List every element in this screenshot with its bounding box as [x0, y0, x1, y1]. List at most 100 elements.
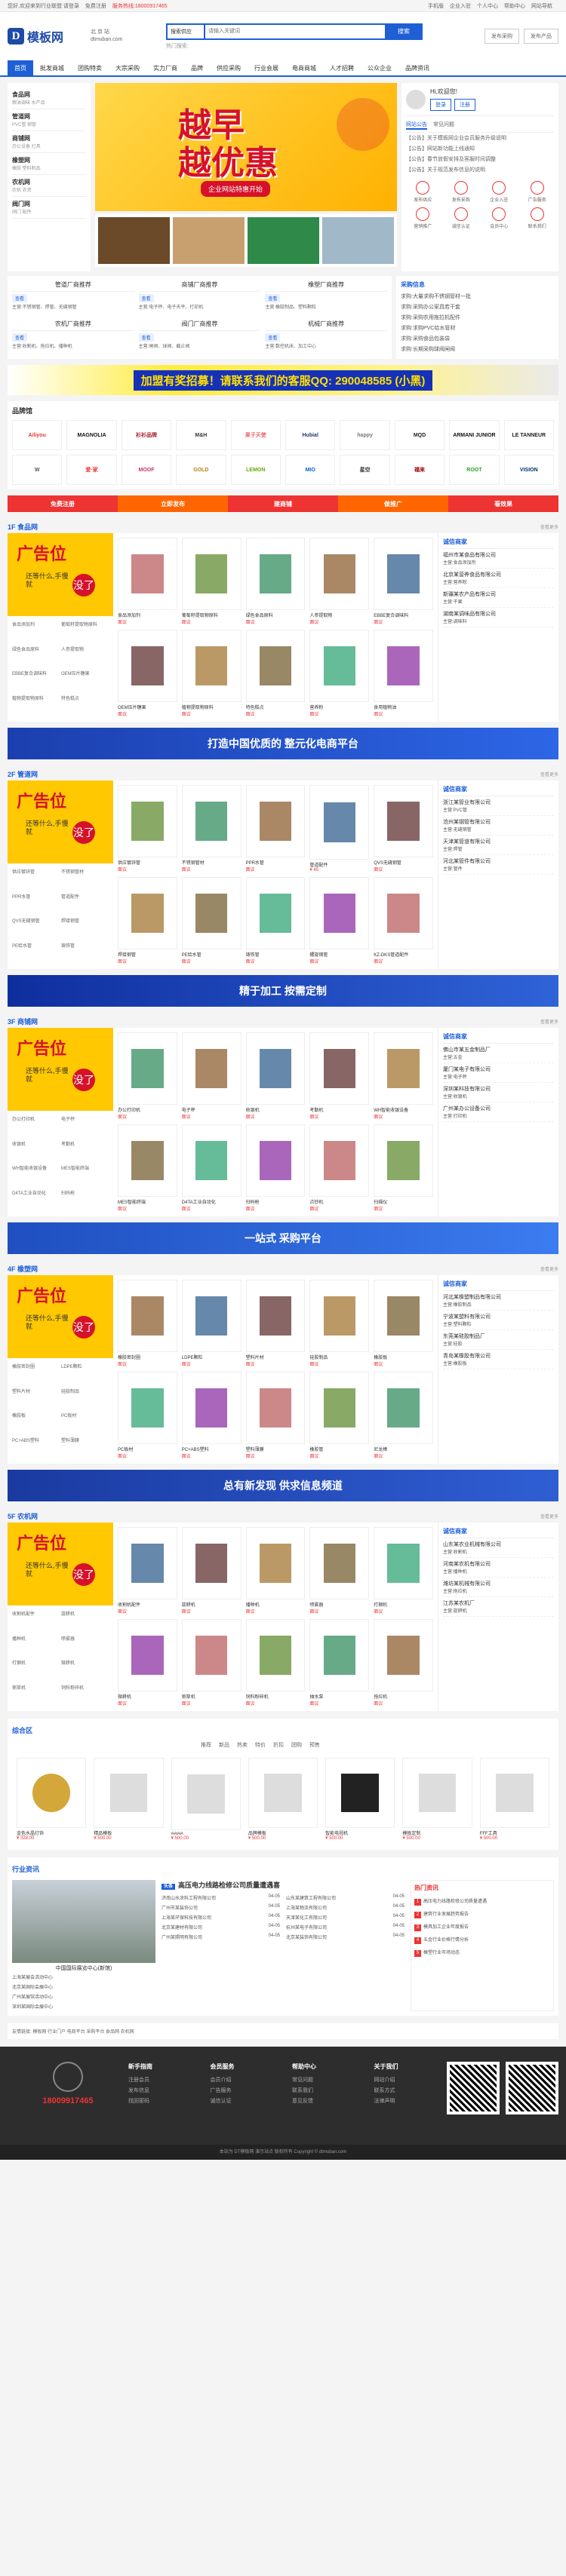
- product-name[interactable]: 葡萄籽提取物原料: [182, 612, 241, 618]
- news-item-title[interactable]: 济南山水涂料工程有限公司: [161, 1894, 216, 1901]
- product-name[interactable]: 硅胶制品: [309, 1354, 369, 1360]
- news-image[interactable]: [12, 1880, 155, 1963]
- footer-link[interactable]: 发布信息: [128, 2086, 195, 2096]
- product-card[interactable]: 喷雾器 面议: [309, 1527, 370, 1615]
- floor-tag[interactable]: PE给水管: [12, 942, 60, 965]
- product-card[interactable]: 供应镀锌管 面议: [118, 785, 177, 872]
- news-item-title[interactable]: 山东某建筑工程有限公司: [286, 1894, 336, 1901]
- product-image[interactable]: [118, 1372, 177, 1444]
- brand-logo[interactable]: W: [12, 455, 63, 485]
- product-image[interactable]: [181, 1124, 241, 1197]
- floor-banner[interactable]: 精于加工 按需定制: [8, 975, 558, 1007]
- product-name[interactable]: 点钞机: [309, 1198, 369, 1205]
- brand-logo[interactable]: ROOT: [449, 455, 500, 485]
- product-card[interactable]: D4TA工业自动化 面议: [181, 1124, 241, 1212]
- category-item[interactable]: 农机网 农机 农资: [12, 175, 86, 197]
- nav-item[interactable]: 实力厂商: [146, 60, 184, 77]
- floor-tag[interactable]: 播种机: [12, 1635, 60, 1658]
- product-card[interactable]: PC+ABS塑料 面议: [181, 1372, 241, 1459]
- category-item[interactable]: 食品网 粮油调味 水产品: [12, 87, 86, 109]
- nav-item[interactable]: 品牌资讯: [398, 60, 436, 77]
- product-name[interactable]: 办公打印机: [118, 1106, 177, 1113]
- ad-block[interactable]: 广告位 还等什么,手慢就 没了: [8, 533, 113, 616]
- demand-item[interactable]: 求购:求购PVC给水管材: [401, 323, 554, 333]
- recommend-card[interactable]: 农机厂商推荐 查看 主营:收割机、拖拉机、播种机: [12, 320, 134, 354]
- merchant-name[interactable]: 河南某农机有限公司: [443, 1560, 554, 1568]
- zonghe-tab[interactable]: 特价: [255, 1741, 266, 1749]
- thumb-image[interactable]: [98, 217, 170, 264]
- register-button[interactable]: 注册: [454, 99, 475, 111]
- floor-tag[interactable]: 微耕机: [61, 1659, 109, 1682]
- product-card[interactable]: 橡胶管 面议: [309, 1372, 370, 1459]
- product-image[interactable]: [309, 785, 370, 860]
- zonghe-card[interactable]: FFF工具 ¥ 500.00: [479, 1758, 549, 1841]
- more-link[interactable]: 查看更多: [540, 771, 558, 777]
- product-card[interactable]: KZ-DKS管道配件 面议: [374, 877, 433, 964]
- hot-news-item[interactable]: 3 模具加工企业年度报告: [414, 1921, 550, 1934]
- floor-tag[interactable]: 铡草机: [12, 1684, 60, 1707]
- product-name[interactable]: 塑料片材: [246, 1354, 306, 1360]
- product-name[interactable]: D4TA工业自动化: [182, 1198, 241, 1205]
- nav-item[interactable]: 批发商城: [33, 60, 71, 77]
- product-image[interactable]: [181, 1619, 241, 1691]
- product-card[interactable]: 拖拉机 面议: [374, 1619, 433, 1707]
- news-item[interactable]: 山东某建筑工程有限公司 04-05: [286, 1893, 405, 1903]
- recommend-badge[interactable]: 查看: [138, 333, 154, 342]
- zonghe-tab[interactable]: 折扣: [273, 1741, 284, 1749]
- floor-tag[interactable]: EBBE复合调味料: [12, 670, 60, 693]
- product-card[interactable]: 食品添加剂 面议: [118, 538, 177, 625]
- product-image[interactable]: [309, 1619, 370, 1691]
- floor-tag[interactable]: 绿色食品原料: [12, 646, 60, 669]
- product-card[interactable]: 焊接钢管 面议: [118, 877, 177, 964]
- merchant-item[interactable]: 沧州某钢管有限公司 主营:无缝钢管: [443, 816, 554, 836]
- search-button[interactable]: 搜索: [385, 23, 423, 40]
- product-image[interactable]: [374, 877, 433, 949]
- product-image[interactable]: [118, 1619, 177, 1691]
- brand-logo[interactable]: MQD: [394, 420, 445, 450]
- product-name[interactable]: OEM压片糖果: [118, 704, 177, 710]
- product-card[interactable]: 管道配件 ¥ 45: [309, 785, 370, 872]
- zonghe-card[interactable]: 模板定制 ¥ 500.00: [402, 1758, 472, 1841]
- ad-block[interactable]: 广告位 还等什么,手慢就 没了: [8, 1275, 113, 1358]
- news-item-title[interactable]: 北京某建材有限公司: [161, 1924, 202, 1930]
- news-item[interactable]: 上海某物流有限公司 04-05: [286, 1903, 405, 1912]
- merchant-item[interactable]: 北京某营养食品有限公司 主营:营养粉: [443, 569, 554, 588]
- more-link[interactable]: 查看更多: [540, 1018, 558, 1025]
- product-name[interactable]: 管道配件: [309, 861, 369, 868]
- news-headline[interactable]: 头条 高压电力线路检修公司质量遭遇喜: [161, 1880, 405, 1890]
- product-card[interactable]: 扫码枪 面议: [245, 1124, 306, 1212]
- floor-tag[interactable]: 食品添加剂: [12, 621, 60, 644]
- product-name[interactable]: 食用植物油: [374, 704, 433, 710]
- merchant-name[interactable]: 天津某管道有限公司: [443, 838, 554, 845]
- merchant-item[interactable]: 深圳某科技有限公司 主营:收银机: [443, 1083, 554, 1102]
- merchant-name[interactable]: 湖南某调味品有限公司: [443, 610, 554, 618]
- floor-tag[interactable]: 供应镀锌管: [12, 868, 60, 891]
- quick-link[interactable]: 发布供应: [406, 181, 440, 203]
- product-image[interactable]: [309, 1280, 370, 1352]
- product-name[interactable]: 旋耕机: [182, 1601, 241, 1608]
- product-image[interactable]: [309, 1032, 370, 1105]
- product-name[interactable]: 供应镀锌管: [118, 859, 177, 866]
- product-image[interactable]: [245, 538, 306, 610]
- hot-news-title[interactable]: 模具加工企业年度报告: [423, 1925, 469, 1930]
- brand-logo[interactable]: ARMANI JUNIOR: [449, 420, 500, 450]
- friend-links[interactable]: 友情链接: 模板网 行业门户 电商平台 采购平台 食品网 农机网: [8, 2023, 558, 2039]
- product-image[interactable]: [309, 538, 370, 610]
- floor-tag[interactable]: 收银机: [12, 1140, 60, 1164]
- merchant-item[interactable]: 东莞某硅胶制品厂 主营:硅胶: [443, 1330, 554, 1350]
- product-name[interactable]: 人参提取物: [309, 612, 369, 618]
- merchant-item[interactable]: 新疆某农产品有限公司 主营:干果: [443, 588, 554, 608]
- zonghe-name[interactable]: 品牌模板: [248, 1829, 318, 1836]
- floor-tag[interactable]: 葡萄籽提取物原料: [61, 621, 109, 644]
- merchant-item[interactable]: 潍坊某机械有限公司 主营:拖拉机: [443, 1578, 554, 1597]
- floor-tag[interactable]: 植物提取物原料: [12, 695, 60, 718]
- merchant-name[interactable]: 潍坊某机械有限公司: [443, 1580, 554, 1587]
- merchant-name[interactable]: 佛山市某五金制品厂: [443, 1046, 554, 1053]
- product-card[interactable]: 收银机 面议: [245, 1032, 306, 1120]
- brand-logo[interactable]: 爱·家: [66, 455, 117, 485]
- floor-tag[interactable]: 铸铁管: [61, 942, 109, 965]
- brand-logo[interactable]: 星空: [340, 455, 390, 485]
- notice-item[interactable]: 【公告】关于规范发布信息的说明: [406, 164, 554, 175]
- zonghe-card[interactable]: 金色水晶灯饰 ¥ 328.00: [17, 1758, 87, 1841]
- zonghe-image[interactable]: [402, 1758, 472, 1828]
